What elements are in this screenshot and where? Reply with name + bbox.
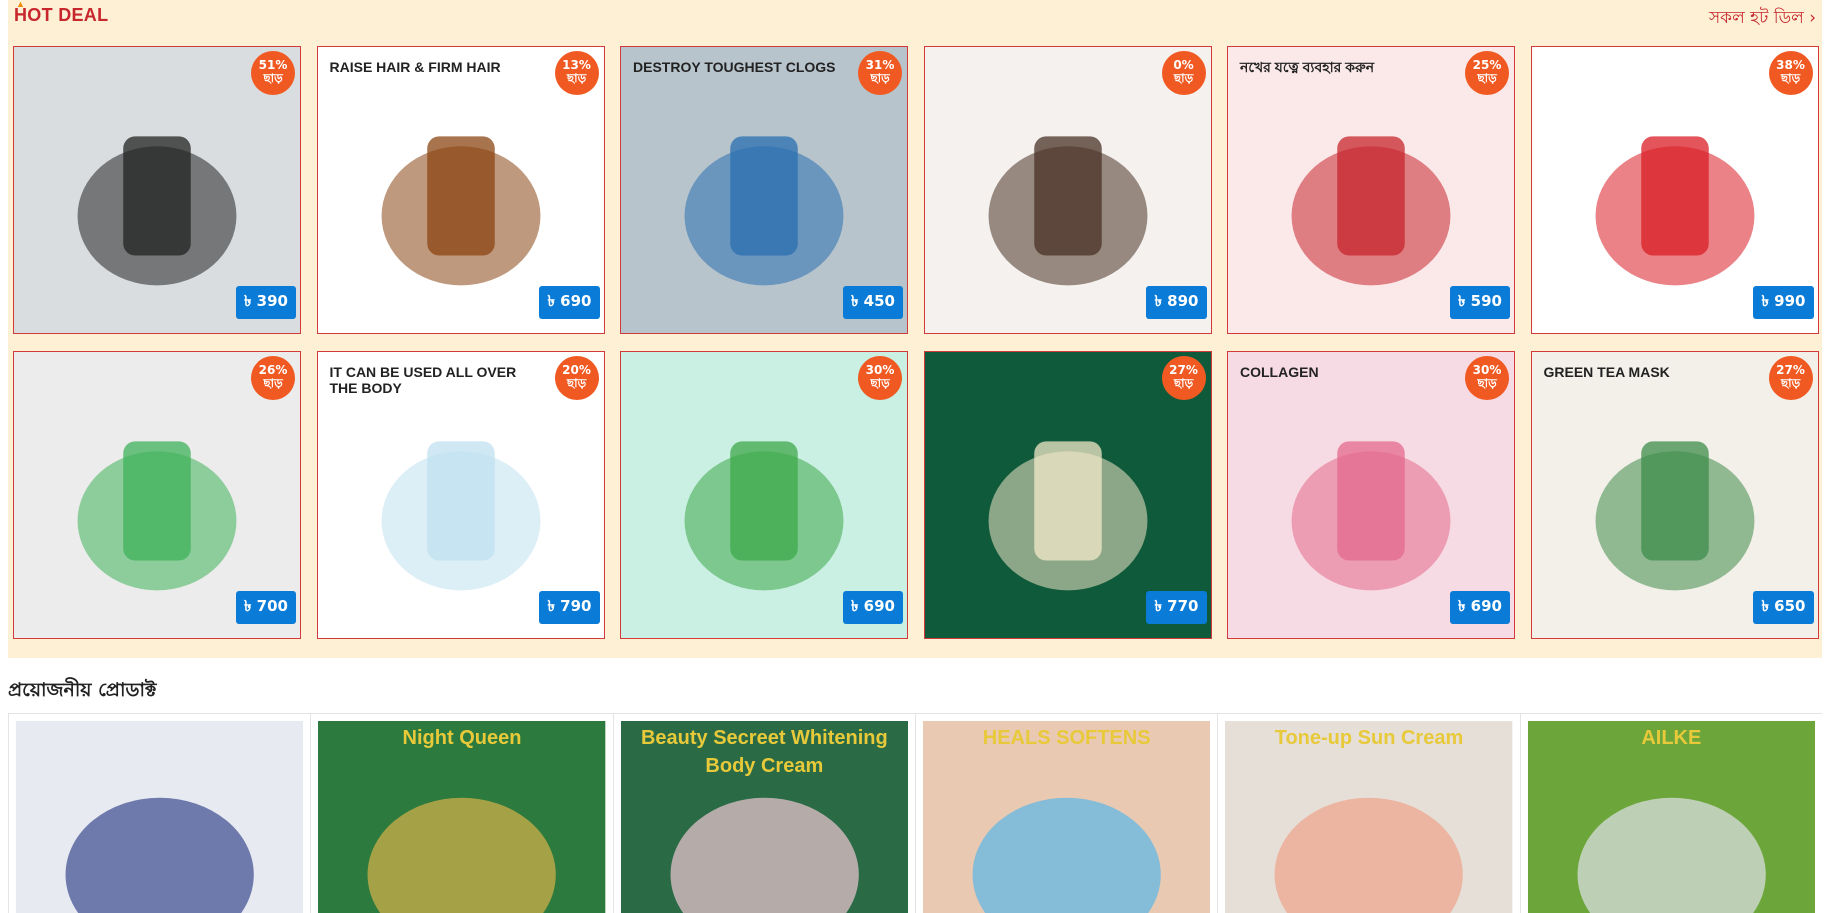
discount-badge: 30% ছাড় <box>858 356 902 400</box>
product-image-caption: IT CAN BE USED ALL OVER THE BODY <box>329 364 517 397</box>
price-tag: ৳ 590 <box>1449 286 1510 319</box>
product-image-caption: RAISE HAIR & FIRM HAIR <box>329 59 501 75</box>
discount-percent: 20% <box>562 363 591 377</box>
essential-product-card[interactable]: HEALS SOFTENS <box>915 714 1217 913</box>
discount-percent: 13% <box>562 58 591 72</box>
discount-off-label: ছাড় <box>1173 375 1194 390</box>
discount-percent: 30% <box>1472 363 1502 377</box>
product-image-caption: Tone-up Sun Cream <box>1274 727 1464 749</box>
product-image-caption: GREEN TEA MASK <box>1543 364 1670 380</box>
discount-off-label: ছাড় <box>1780 70 1801 85</box>
hot-deal-card[interactable]: GREEN TEA MASK 27% ছাড় ৳ 650 <box>1530 351 1819 639</box>
hot-deal-title: ▲ HOT DEAL <box>14 0 109 25</box>
discount-off-label: ছাড় <box>1477 70 1497 85</box>
view-all-hot-deals-link[interactable]: সকল হট ডিল › <box>1709 5 1816 33</box>
price-tag: ৳ 450 <box>842 286 903 319</box>
hot-deal-card[interactable]: COLLAGEN 30% ছাড় ৳ 690 <box>1227 351 1515 639</box>
discount-badge: 27% ছাড় <box>1768 356 1813 400</box>
price-tag: ৳ 690 <box>842 591 903 624</box>
discount-badge: 20% ছাড় <box>554 356 599 400</box>
discount-percent: 30% <box>865 363 895 377</box>
hot-deal-card[interactable]: 27% ছাড় ৳ 770 <box>923 351 1212 639</box>
discount-percent: 27% <box>1776 363 1805 377</box>
product-image-caption: AILKE <box>1641 727 1702 749</box>
hot-deal-card[interactable]: 0% ছাড় ৳ 890 <box>923 46 1212 334</box>
discount-percent: 0% <box>1173 58 1194 72</box>
price-tag: ৳ 790 <box>539 591 600 624</box>
discount-off-label: ছাড় <box>1780 375 1801 390</box>
discount-badge: 13% ছাড় <box>554 51 599 95</box>
product-image-caption: নখের যত্নে ব্যবহার করুন <box>1240 59 1375 75</box>
product-image-caption: Night Queen <box>402 727 522 749</box>
discount-percent: 38% <box>1776 58 1805 72</box>
price-tag: ৳ 690 <box>539 286 600 319</box>
hot-deal-card[interactable]: RAISE HAIR & FIRM HAIR 13% ছাড় ৳ 690 <box>316 46 605 334</box>
discount-off-label: ছাড় <box>1477 375 1497 390</box>
hot-deal-card[interactable]: DESTROY TOUGHEST CLOGS 31% ছাড় ৳ 450 <box>620 46 908 334</box>
essential-product-card[interactable]: Tone-up Sun Cream <box>1217 714 1519 913</box>
discount-off-label: ছাড় <box>263 375 283 390</box>
essential-product-card[interactable]: Beauty Secreet Whitening Body Cream <box>612 714 915 913</box>
discount-badge: 25% ছাড় <box>1465 51 1509 95</box>
discount-off-label: ছাড় <box>566 375 587 390</box>
hot-deal-card[interactable]: 51% ছাড় ৳ 390 <box>13 46 301 334</box>
discount-off-label: ছাড় <box>1173 70 1194 85</box>
discount-percent: 26% <box>258 363 288 377</box>
hot-deal-card[interactable]: 26% ছাড় ৳ 700 <box>13 351 301 639</box>
price-tag: ৳ 700 <box>235 591 296 624</box>
price-tag: ৳ 990 <box>1753 286 1814 319</box>
discount-percent: 25% <box>1472 58 1502 72</box>
product-image <box>16 721 304 913</box>
flame-icon: ▲ <box>16 0 26 9</box>
product-image-caption: DESTROY TOUGHEST CLOGS <box>633 59 836 75</box>
essential-product-card[interactable]: Night Queen <box>310 714 612 913</box>
discount-percent: 51% <box>258 58 288 72</box>
discount-percent: 27% <box>1169 363 1198 377</box>
product-image-caption: HEALS SOFTENS <box>982 727 1151 749</box>
discount-badge: 51% ছাড় <box>251 51 295 95</box>
essential-product-card[interactable] <box>8 714 310 913</box>
essentials-product-row: Night Queen Beauty Secreet Whitening Body… <box>8 713 1822 913</box>
discount-badge: 26% ছাড় <box>251 356 295 400</box>
discount-off-label: ছাড় <box>263 70 283 85</box>
discount-off-label: ছাড় <box>566 70 587 85</box>
hot-deal-card[interactable]: 30% ছাড় ৳ 690 <box>620 351 908 639</box>
price-tag: ৳ 690 <box>1449 591 1510 624</box>
discount-badge: 30% ছাড় <box>1465 356 1509 400</box>
price-tag: ৳ 390 <box>235 286 296 319</box>
price-tag: ৳ 770 <box>1146 591 1207 624</box>
hot-deal-card[interactable]: IT CAN BE USED ALL OVER THE BODY 20% ছাড় ৳… <box>316 351 605 639</box>
hot-deal-grid: 51% ছাড় ৳ 390 RAISE HAIR & FIRM HAIR 13% ছাড… <box>13 46 1819 639</box>
discount-percent: 31% <box>865 58 895 72</box>
discount-off-label: ছাড় <box>870 70 890 85</box>
hot-deal-card[interactable]: নখের যত্নে ব্যবহার করুন 25% ছাড় ৳ 590 <box>1227 46 1515 334</box>
hot-deal-section: ▲ HOT DEAL সকল হট ডিল › 51% ছাড় ৳ 390 RAIS… <box>8 0 1822 658</box>
discount-badge: 38% ছাড় <box>1768 51 1813 95</box>
hot-deal-card[interactable]: 38% ছাড় ৳ 990 <box>1530 46 1819 334</box>
discount-badge: 0% ছাড় <box>1161 51 1206 95</box>
essential-product-card[interactable]: AILKE <box>1519 714 1822 913</box>
essentials-section-title: প্রয়োজনীয় প্রোডাক্ট <box>8 679 157 701</box>
discount-badge: 27% ছাড় <box>1161 356 1206 400</box>
price-tag: ৳ 890 <box>1146 286 1207 319</box>
discount-badge: 31% ছাড় <box>858 51 902 95</box>
product-image-caption: COLLAGEN <box>1240 364 1319 380</box>
price-tag: ৳ 650 <box>1753 591 1814 624</box>
product-image-caption: Beauty Secreet Whitening Body Cream <box>640 727 888 777</box>
discount-off-label: ছাড় <box>870 375 890 390</box>
